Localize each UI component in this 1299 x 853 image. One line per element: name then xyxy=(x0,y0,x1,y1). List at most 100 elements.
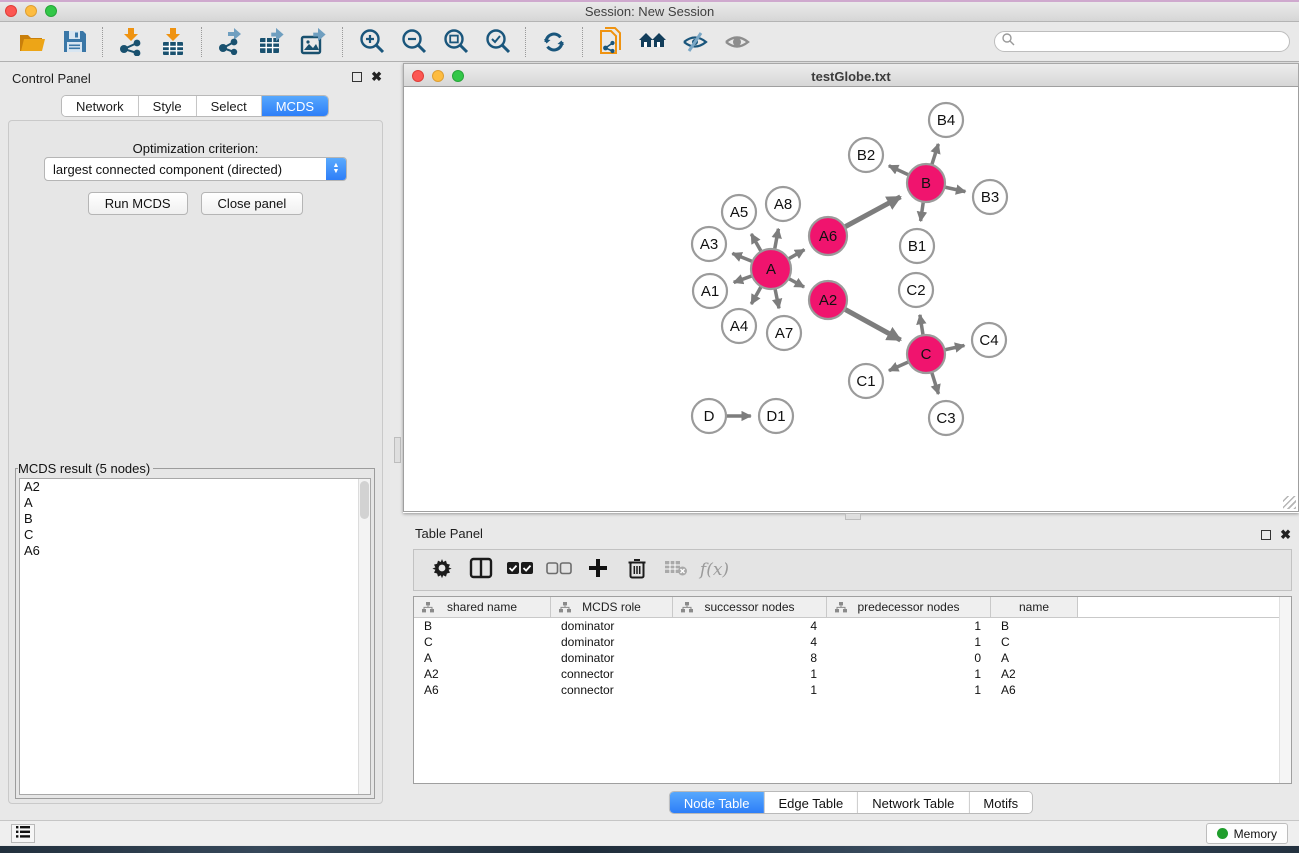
first-neighbors-button[interactable] xyxy=(635,26,671,58)
table-cell[interactable]: 1 xyxy=(827,666,991,682)
table-cell[interactable]: 1 xyxy=(673,666,827,682)
table-row[interactable]: Adominator80A xyxy=(414,650,1291,666)
refresh-button[interactable] xyxy=(536,26,572,58)
table-cell[interactable]: A xyxy=(414,650,551,666)
table-cell[interactable]: 0 xyxy=(827,650,991,666)
table-cell[interactable]: C xyxy=(991,634,1078,650)
tab-mcds[interactable]: MCDS xyxy=(262,96,328,116)
network-graph[interactable]: B4B2BB3B1A5A8A6A3AA1A2C2A4A7C4CC1C3DD1 xyxy=(404,87,1298,510)
open-file-button[interactable] xyxy=(14,26,50,58)
node-label-A3: A3 xyxy=(700,236,718,253)
tab-network-table[interactable]: Network Table xyxy=(858,792,969,813)
mcds-tab-content: Optimization criterion: largest connecte… xyxy=(8,120,383,804)
tab-network[interactable]: Network xyxy=(62,96,139,116)
tab-motifs[interactable]: Motifs xyxy=(969,792,1032,813)
export-network-button[interactable] xyxy=(212,26,248,58)
mcds-result-item[interactable]: A6 xyxy=(20,543,370,559)
import-network-button[interactable] xyxy=(113,26,149,58)
node-label-C3: C3 xyxy=(936,410,955,427)
mcds-result-item[interactable]: C xyxy=(20,527,370,543)
delete-column-button[interactable] xyxy=(619,553,654,587)
create-column-button[interactable] xyxy=(580,553,615,587)
table-scrollbar[interactable] xyxy=(1279,597,1291,783)
column-header-label: successor nodes xyxy=(704,600,794,614)
table-cell[interactable]: B xyxy=(991,618,1078,634)
node-label-A1: A1 xyxy=(701,283,719,300)
tab-edge-table[interactable]: Edge Table xyxy=(764,792,858,813)
mcds-result-list[interactable]: A2ABCA6 xyxy=(19,478,371,795)
table-cell[interactable]: dominator xyxy=(551,618,673,634)
table-row[interactable]: Cdominator41C xyxy=(414,634,1291,650)
vertical-split-grip[interactable] xyxy=(394,437,401,463)
table-cell[interactable]: B xyxy=(414,618,551,634)
table-row[interactable]: A2connector11A2 xyxy=(414,666,1291,682)
export-table-button[interactable] xyxy=(254,26,290,58)
table-cell[interactable]: A2 xyxy=(991,666,1078,682)
fx-icon: f(x) xyxy=(700,560,729,580)
close-table-panel-icon[interactable]: ✖ xyxy=(1280,530,1291,540)
table-cell[interactable]: dominator xyxy=(551,650,673,666)
column-browser-button[interactable] xyxy=(463,553,498,587)
zoom-out-button[interactable] xyxy=(395,26,431,58)
memory-button[interactable]: Memory xyxy=(1206,823,1288,844)
horizontal-split-grip[interactable] xyxy=(845,513,861,520)
deselect-all-button[interactable] xyxy=(541,553,576,587)
export-image-button[interactable] xyxy=(296,26,332,58)
show-graphics-details-button[interactable] xyxy=(719,26,755,58)
tab-select[interactable]: Select xyxy=(197,96,262,116)
hide-selection-button[interactable] xyxy=(677,26,713,58)
delete-table-button[interactable] xyxy=(658,553,693,587)
search-input[interactable] xyxy=(1015,35,1289,49)
table-cell[interactable]: 8 xyxy=(673,650,827,666)
node-label-A4: A4 xyxy=(730,318,748,335)
table-cell[interactable]: A6 xyxy=(414,682,551,698)
table-cell[interactable]: 4 xyxy=(673,618,827,634)
table-cell[interactable]: 1 xyxy=(827,682,991,698)
table-cell[interactable]: C xyxy=(414,634,551,650)
table-row[interactable]: A6connector11A6 xyxy=(414,682,1291,698)
toolbar-separator xyxy=(342,27,343,57)
function-builder-button[interactable]: f(x) xyxy=(697,553,732,587)
run-mcds-button[interactable]: Run MCDS xyxy=(88,192,188,215)
table-cell[interactable]: 1 xyxy=(827,634,991,650)
table-cell[interactable]: 1 xyxy=(827,618,991,634)
column-header-shared-name[interactable]: shared name xyxy=(414,597,551,617)
import-table-button[interactable] xyxy=(155,26,191,58)
mcds-result-item[interactable]: B xyxy=(20,511,370,527)
table-settings-button[interactable] xyxy=(424,553,459,587)
new-network-from-selection-button[interactable] xyxy=(593,26,629,58)
zoom-selected-button[interactable] xyxy=(479,26,515,58)
close-panel-button[interactable]: Close panel xyxy=(201,192,304,215)
tab-node-table[interactable]: Node Table xyxy=(670,792,765,813)
zoom-in-button[interactable] xyxy=(353,26,389,58)
table-row[interactable]: Bdominator41B xyxy=(414,618,1291,634)
select-all-button[interactable] xyxy=(502,553,537,587)
mcds-result-item[interactable]: A2 xyxy=(20,479,370,495)
save-session-button[interactable] xyxy=(56,26,92,58)
column-header-successor-nodes[interactable]: successor nodes xyxy=(673,597,827,617)
column-header-predecessor-nodes[interactable]: predecessor nodes xyxy=(827,597,991,617)
float-table-panel-icon[interactable] xyxy=(1261,530,1271,540)
criterion-dropdown[interactable]: largest connected component (directed) ▲… xyxy=(44,157,347,181)
table-cell[interactable]: A xyxy=(991,650,1078,666)
mcds-list-scrollbar[interactable] xyxy=(358,479,370,794)
table-cell[interactable]: A2 xyxy=(414,666,551,682)
toolbar-separator xyxy=(201,27,202,57)
table-cell[interactable]: dominator xyxy=(551,634,673,650)
table-cell[interactable]: connector xyxy=(551,682,673,698)
close-panel-icon[interactable]: ✖ xyxy=(371,72,382,82)
column-header-MCDS-role[interactable]: MCDS role xyxy=(551,597,673,617)
mcds-result-item[interactable]: A xyxy=(20,495,370,511)
table-cell[interactable]: 1 xyxy=(673,682,827,698)
table-cell[interactable]: A6 xyxy=(991,682,1078,698)
zoom-fit-button[interactable] xyxy=(437,26,473,58)
column-header-name[interactable]: name xyxy=(991,597,1078,617)
network-canvas[interactable]: B4B2BB3B1A5A8A6A3AA1A2C2A4A7C4CC1C3DD1 xyxy=(403,87,1299,512)
table-cell[interactable]: 4 xyxy=(673,634,827,650)
table-cell[interactable]: connector xyxy=(551,666,673,682)
search-box[interactable] xyxy=(994,31,1290,52)
tab-style[interactable]: Style xyxy=(139,96,197,116)
window-resize-grip[interactable] xyxy=(1283,496,1296,509)
show-task-history-button[interactable] xyxy=(11,824,35,843)
float-panel-icon[interactable] xyxy=(352,72,362,82)
